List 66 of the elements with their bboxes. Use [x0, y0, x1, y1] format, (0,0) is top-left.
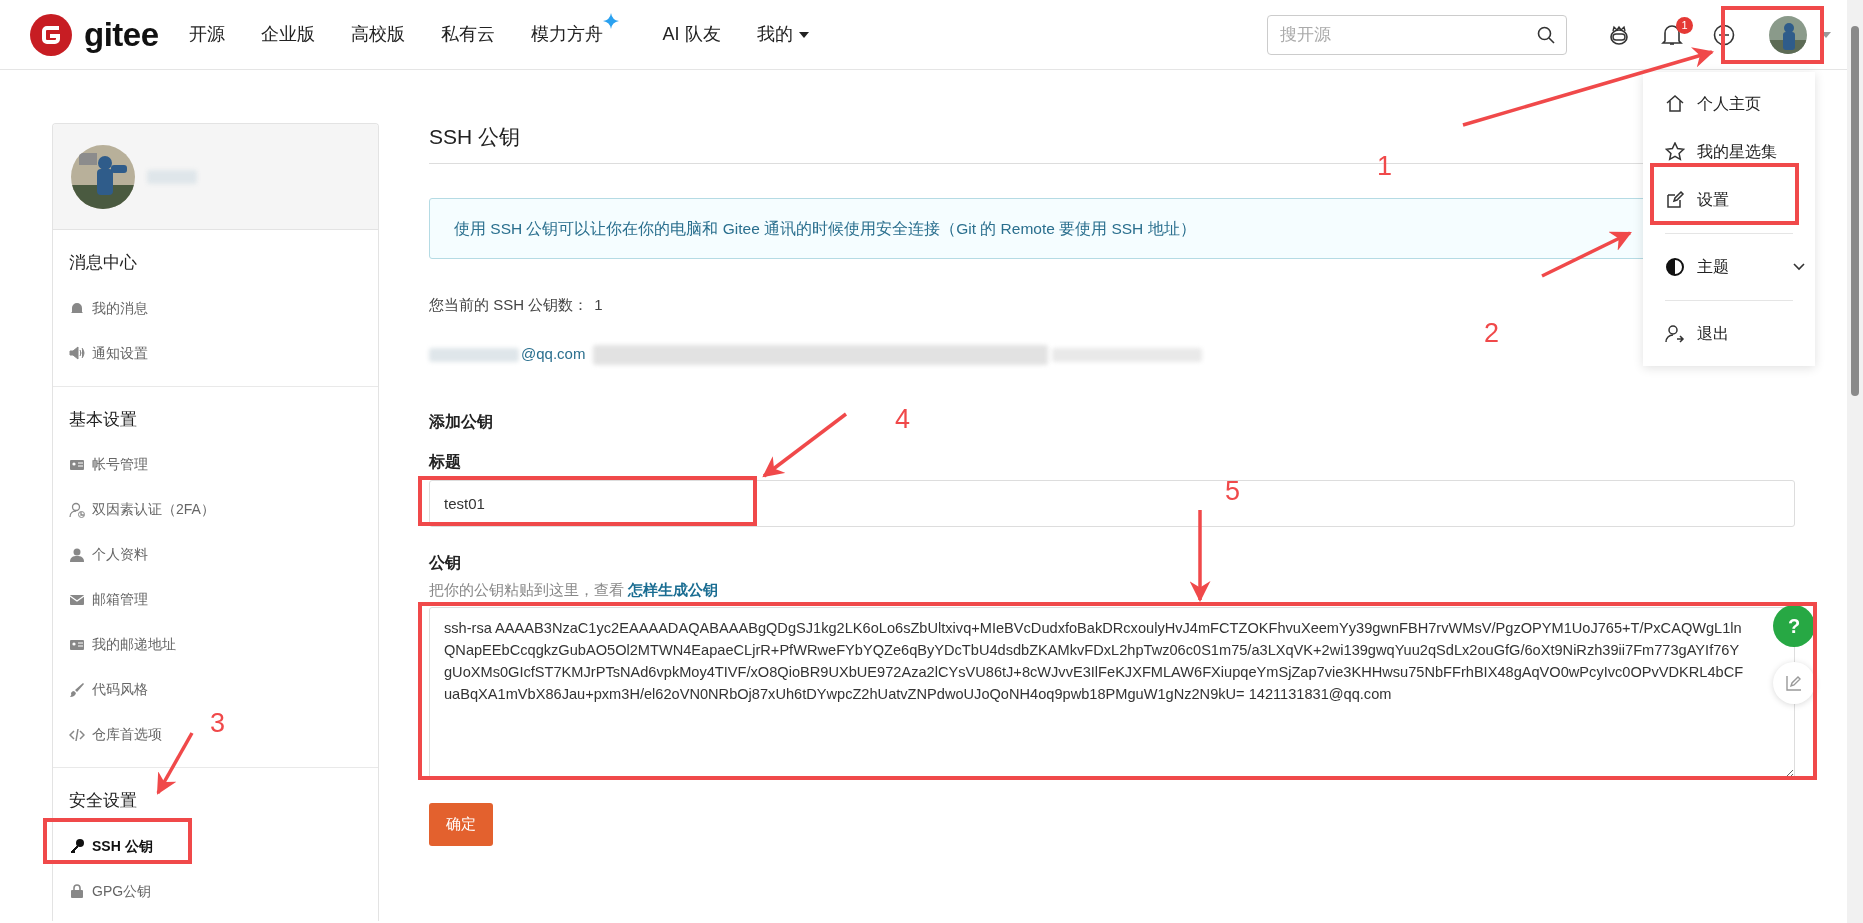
sidebar-item[interactable]: 仓库首选项	[69, 712, 162, 757]
sparkle-icon	[602, 13, 619, 29]
edit-icon	[1665, 190, 1685, 210]
step-number: 1	[1377, 151, 1393, 181]
section-title: 安全设置	[69, 790, 137, 812]
nav-link[interactable]: 高校版	[350, 15, 405, 54]
avatar[interactable]	[1769, 15, 1807, 54]
sidebar-item[interactable]: 通知设置	[69, 330, 148, 376]
key-count-label: 您当前的 SSH 公钥数：	[429, 295, 589, 313]
sidebar-item[interactable]: GPG公钥	[69, 868, 152, 914]
nav-link[interactable]: 私有云	[440, 15, 495, 54]
home-icon	[1665, 94, 1685, 114]
nav-link[interactable]: 开源	[188, 15, 225, 54]
chevron-icon	[1793, 263, 1805, 271]
search-field[interactable]: 搜开源	[1267, 14, 1567, 55]
sidebar-item[interactable]: SSH 公钥	[69, 823, 153, 869]
speaker-icon	[69, 345, 85, 361]
sidebar-item[interactable]: 代码风格	[69, 667, 148, 712]
help-text: 把你的公钥粘贴到这里，查看 怎样生成公钥	[429, 579, 720, 600]
user-icon	[69, 501, 85, 518]
key-count: 1	[594, 295, 603, 313]
nav-link[interactable]: 我的	[756, 15, 809, 54]
notification-badge: 1	[1676, 16, 1693, 34]
nav-link[interactable]: 企业版	[260, 15, 315, 54]
key-icon	[69, 838, 85, 854]
sidebar-item[interactable]: 双因素认证（2FA）	[69, 487, 215, 532]
menu-item[interactable]: 个人主页	[1653, 80, 1805, 128]
menu-item[interactable]: 我的星选集	[1653, 128, 1805, 176]
step-number: 2	[1484, 318, 1500, 348]
field-label: 标题	[429, 451, 461, 472]
section-title: 基本设置	[69, 408, 137, 431]
caret-icon[interactable]	[1821, 31, 1831, 38]
user-icon	[69, 546, 85, 563]
bell-icon[interactable]	[1661, 22, 1683, 47]
menu-item[interactable]: 主题	[1653, 243, 1805, 291]
sidebar-item[interactable]: 我的消息	[69, 285, 148, 331]
star-icon	[1665, 142, 1685, 162]
menu-item[interactable]: 设置	[1653, 176, 1805, 224]
logo-text[interactable]: gitee	[84, 9, 159, 60]
lock-icon	[69, 883, 85, 899]
bell-icon	[69, 300, 85, 316]
key-email: @qq.com	[521, 344, 586, 365]
plus-icon[interactable]	[1713, 23, 1735, 46]
step-number: 5	[1225, 476, 1241, 506]
caret-icon	[798, 31, 809, 38]
sidebar-item[interactable]: 个人资料	[69, 532, 148, 577]
step-number: 4	[895, 404, 911, 434]
sidebar-item[interactable]: 帐号管理	[69, 442, 148, 487]
step-number: 3	[210, 708, 226, 738]
scrollbar[interactable]	[1847, 0, 1863, 923]
section-title: 消息中心	[69, 252, 137, 274]
nav-link[interactable]: 模力方舟	[530, 15, 619, 54]
help-link[interactable]: 怎样生成公钥	[628, 580, 719, 598]
search-icon[interactable]	[1537, 25, 1555, 44]
sidebar-item[interactable]: 我的邮递地址	[69, 622, 176, 667]
sidebar-item[interactable]: 邮箱管理	[69, 577, 148, 622]
menu-item[interactable]: 退出	[1653, 310, 1805, 358]
brush-icon	[69, 681, 85, 698]
nav-link[interactable]: AI 队友	[662, 15, 721, 54]
code-icon	[69, 726, 85, 743]
form-heading: 添加公钥	[429, 411, 493, 432]
feedback-icon[interactable]	[1784, 673, 1804, 693]
logout-icon	[1665, 324, 1685, 344]
contrast-icon	[1665, 257, 1685, 277]
logo-icon[interactable]	[30, 13, 72, 56]
field-label: 公钥	[429, 552, 461, 573]
